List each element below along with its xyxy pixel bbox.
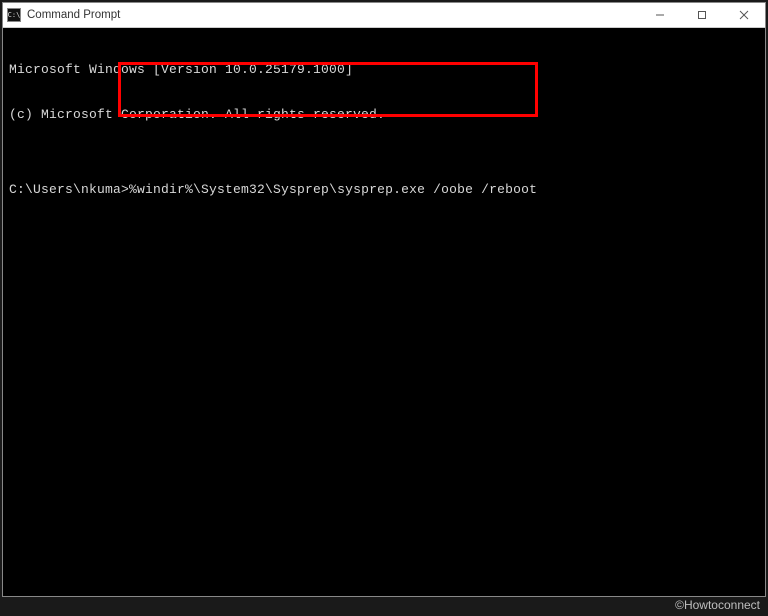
titlebar[interactable]: C:\ Command Prompt <box>3 3 765 28</box>
terminal-prompt: C:\Users\nkuma> <box>9 182 129 197</box>
terminal-line: (c) Microsoft Corporation. All rights re… <box>9 107 759 122</box>
command-prompt-window: C:\ Command Prompt Microsoft W <box>2 2 766 597</box>
window-title: Command Prompt <box>27 9 120 21</box>
watermark-text: ©Howtoconnect <box>675 598 760 612</box>
minimize-icon <box>655 10 665 20</box>
maximize-button[interactable] <box>681 3 723 27</box>
close-icon <box>739 10 749 20</box>
close-button[interactable] <box>723 3 765 27</box>
terminal-prompt-line: C:\Users\nkuma>%windir%\System32\Sysprep… <box>9 182 759 197</box>
window-controls <box>639 3 765 27</box>
app-icon: C:\ <box>7 8 21 22</box>
terminal-command: %windir%\System32\Sysprep\sysprep.exe /o… <box>129 182 537 197</box>
minimize-button[interactable] <box>639 3 681 27</box>
terminal-line: Microsoft Windows [Version 10.0.25179.10… <box>9 62 759 77</box>
maximize-icon <box>697 10 707 20</box>
terminal-area[interactable]: Microsoft Windows [Version 10.0.25179.10… <box>3 28 765 231</box>
